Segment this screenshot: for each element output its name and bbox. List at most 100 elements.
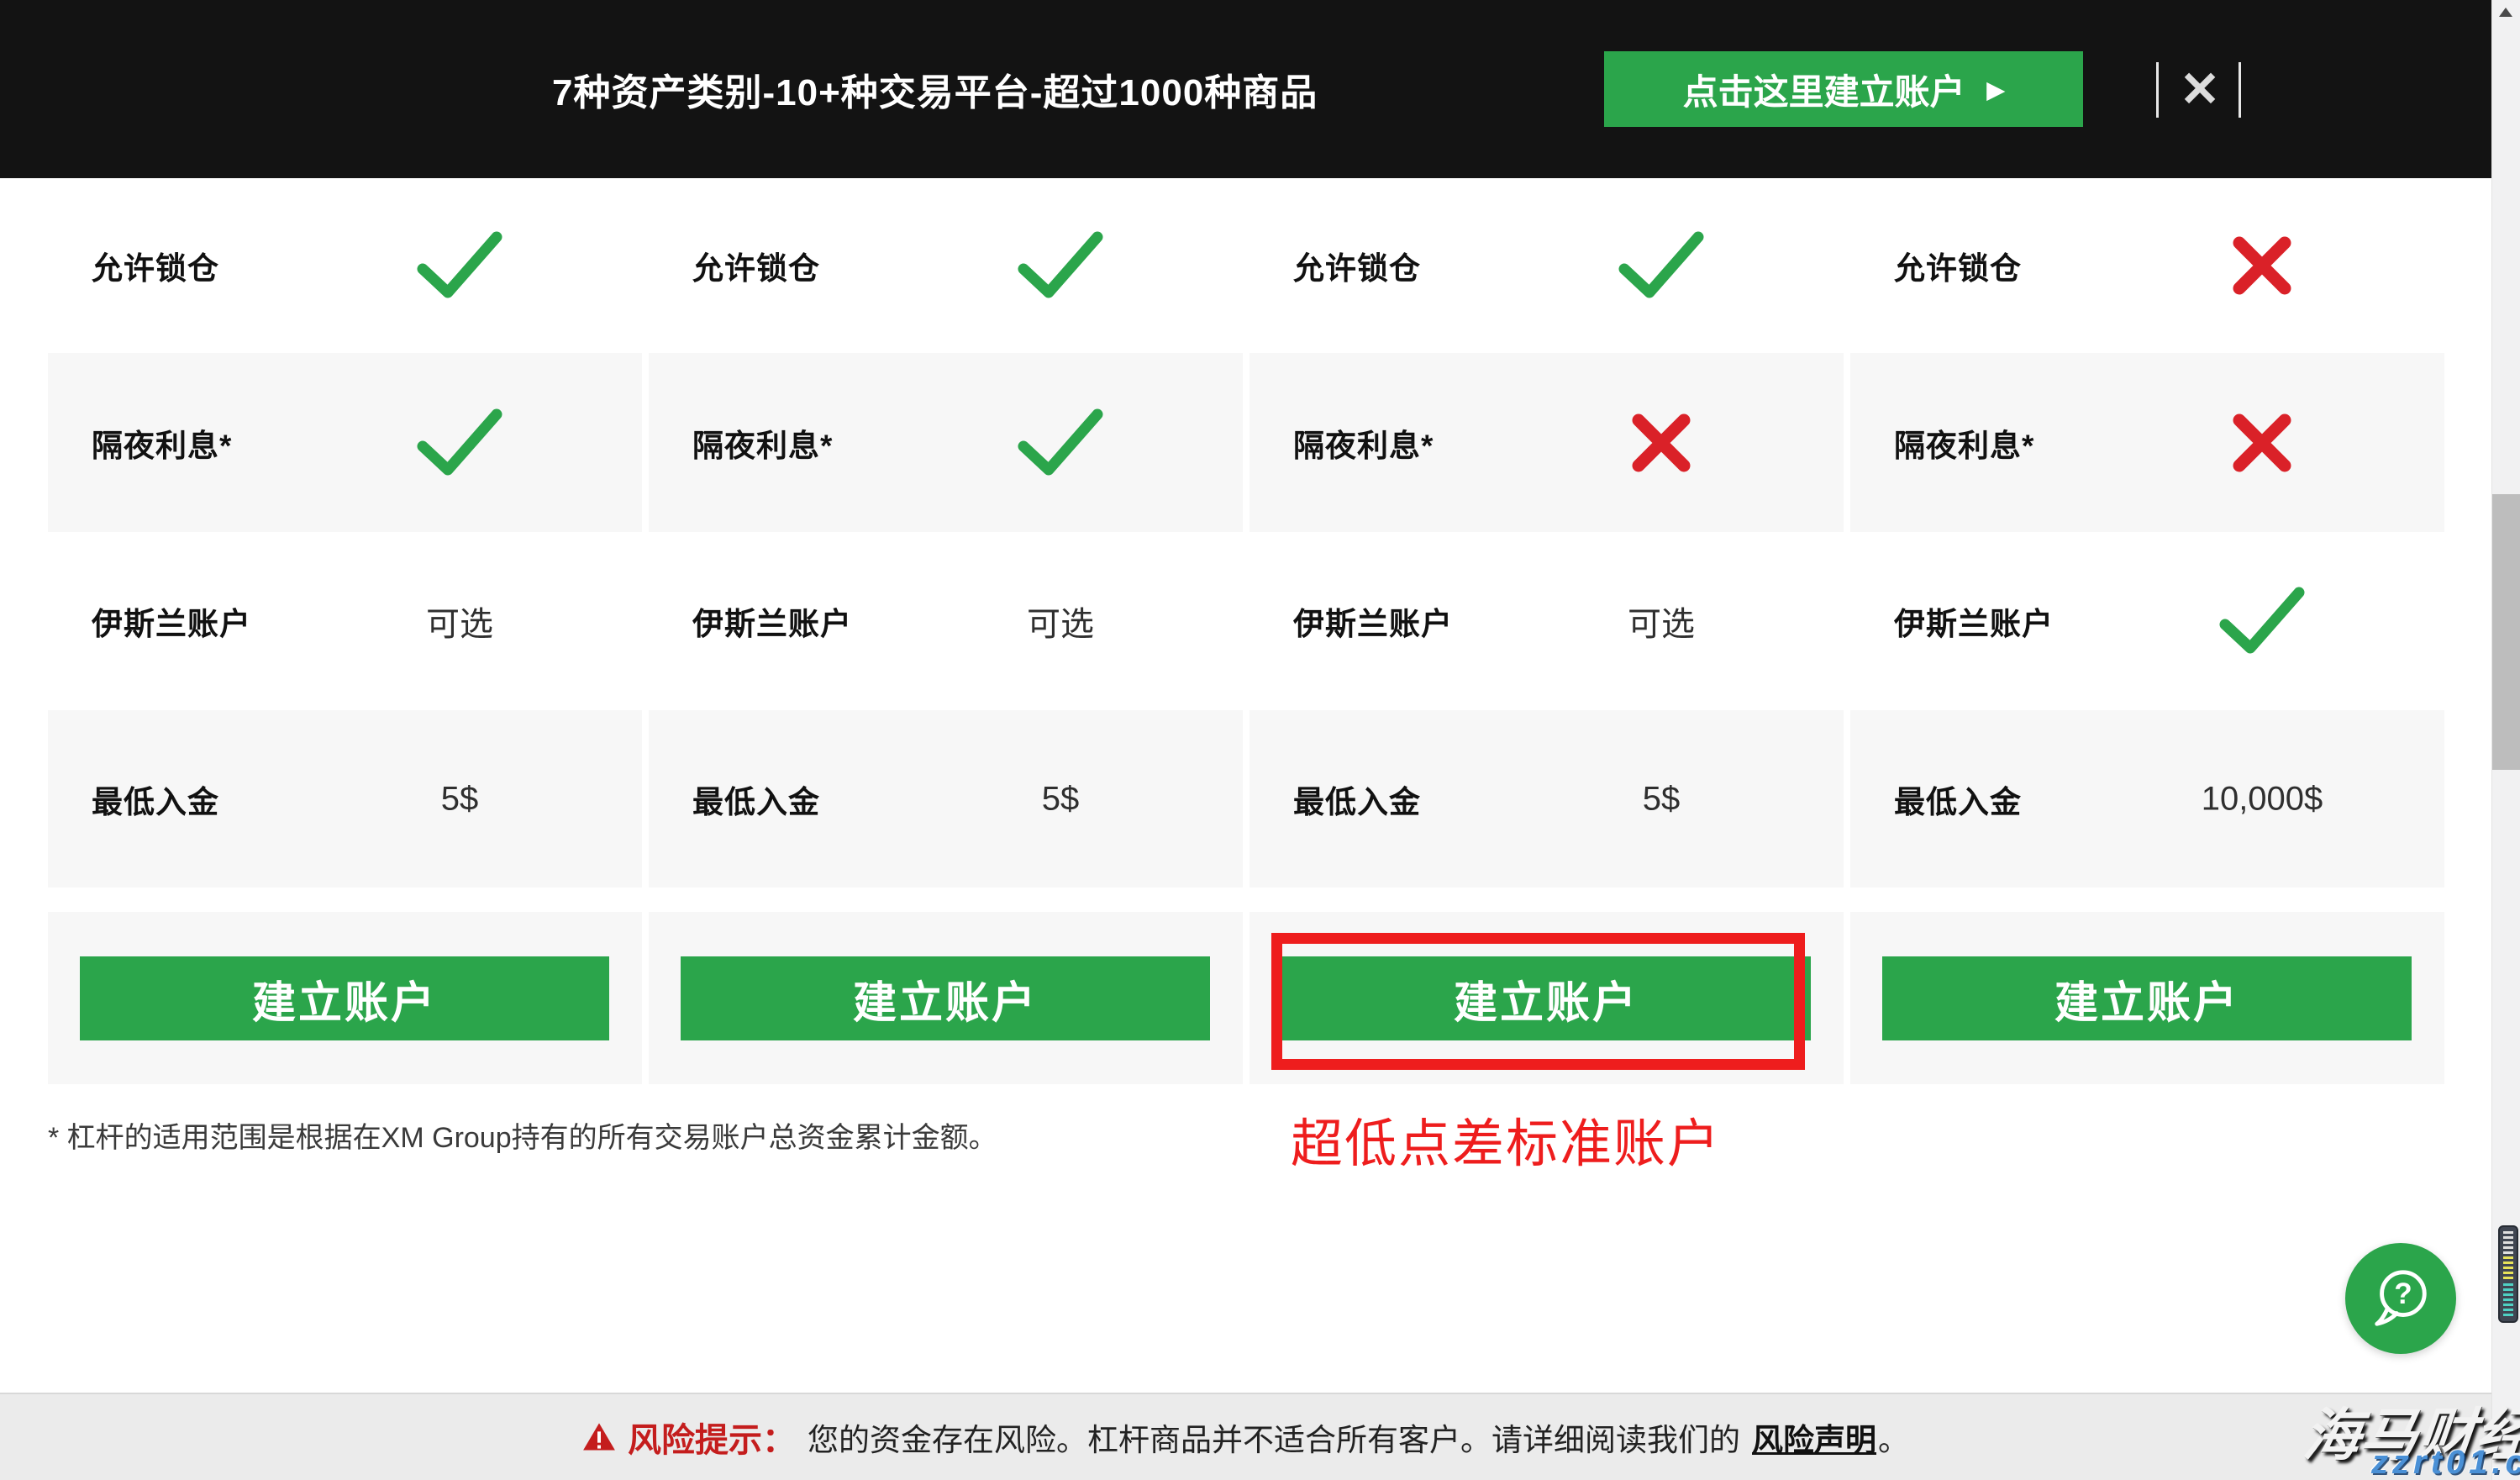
row-value: 可选 [426,597,493,645]
row-value: 5$ [1643,780,1681,818]
row-value [1017,230,1104,301]
table-row: 隔夜利息* [1850,353,2444,532]
button-band: 建立账户 [649,912,1243,1084]
create-account-button[interactable]: 建立账户 [80,956,609,1040]
row-value [2229,233,2295,298]
row-gap [649,887,1243,912]
row-label: 伊斯兰账户 [92,598,251,644]
table-row: 伊斯兰账户 可选 [1249,532,1844,710]
risk-text-end: 。 [1878,1414,1909,1460]
help-button[interactable]: ? [2345,1243,2456,1354]
table-row: 最低入金 5$ [1249,710,1844,887]
row-value [1628,410,1694,476]
row-label: 允许锁仓 [1293,243,1421,288]
minimap-stripes-teal [2503,1283,2513,1317]
row-label: 允许锁仓 [92,243,219,288]
divider [2156,62,2159,118]
row-label: 最低入金 [92,777,219,822]
risk-bar: 风险提示： 您的资金存在风险。杠杆商品并不适合所有客户。请详细阅读我们的 风险声… [0,1393,2491,1480]
table-row: 隔夜利息* [1249,353,1844,532]
banner-title: 7种资产类别-10+种交易平台-超过1000种商品 [552,0,1318,178]
scroll-minimap-widget [2498,1225,2518,1323]
divider [2239,62,2241,118]
create-account-button[interactable]: 建立账户 [1281,956,1811,1040]
risk-text: 您的资金存在风险。杠杆商品并不适合所有客户。请详细阅读我们的 [808,1414,1740,1460]
row-label: 最低入金 [1293,777,1421,822]
table-row: 允许锁仓 [1249,178,1844,353]
table-row: 伊斯兰账户 可选 [649,532,1243,710]
create-account-button[interactable]: 建立账户 [1882,956,2412,1040]
row-value [2218,586,2306,656]
row-value: 可选 [1628,597,1695,645]
cell-value: 10,000$ [2202,780,2323,818]
check-icon [1017,230,1104,301]
cross-icon [1628,410,1694,476]
row-value: 可选 [1027,597,1094,645]
table-row: 最低入金5$ [649,710,1243,887]
cta-label: 点击这里建立账户 [1683,64,1965,115]
cross-icon [2229,233,2295,298]
table-row: 伊斯兰账户 可选 [48,532,642,710]
risk-statement-link[interactable]: 风险声明 [1752,1414,1876,1460]
row-label: 最低入金 [1894,777,2022,822]
row-value [1618,230,1705,301]
account-column: 允许锁仓隔夜利息* 伊斯兰账户 可选最低入金 5$ 建立账户 [1249,178,1844,1084]
table-row: 隔夜利息* [649,353,1243,532]
row-value [416,408,503,478]
cross-icon [2229,410,2295,476]
risk-label: 风险提示： [628,1413,796,1462]
row-value [1017,408,1104,478]
create-account-button[interactable]: 建立账户 [681,956,1210,1040]
check-icon [416,230,503,301]
row-label: 允许锁仓 [692,243,820,288]
row-label: 隔夜利息* [92,420,232,466]
close-icon[interactable]: ✕ [2166,51,2233,127]
row-gap [1249,887,1844,912]
scrollbar[interactable] [2491,0,2520,1480]
row-label: 最低入金 [692,777,820,822]
table-row: 允许锁仓 [649,178,1243,353]
leverage-footnote: * 杠杆的适用范围是根据在XM Group持有的所有交易账户总资金累计金额。 [48,1114,997,1156]
annotation-text: 超低点差标准账户 [1291,1101,1721,1177]
row-value: 5$ [441,780,479,818]
row-label: 伊斯兰账户 [692,598,852,644]
top-banner: 7种资产类别-10+种交易平台-超过1000种商品 点击这里建立账户 ▶ ✕ [0,0,2491,178]
scroll-up-arrow-icon[interactable] [2499,8,2512,17]
minimap-stripes-yellow [2503,1256,2513,1282]
cell-value: 可选 [1027,597,1094,645]
cell-value: 可选 [1628,597,1695,645]
row-value [2229,410,2295,476]
cell-value: 可选 [426,597,493,645]
watermark-site: zzrt01.cn [2371,1444,2520,1480]
table-row: 最低入金 10,000$ [1850,710,2444,887]
table-row: 允许锁仓 [48,178,642,353]
row-label: 隔夜利息* [692,420,833,466]
button-band: 建立账户 [48,912,642,1084]
cta-arrow-icon: ▶ [1987,79,2005,102]
row-label: 伊斯兰账户 [1293,598,1453,644]
button-band: 建立账户 [1850,912,2444,1084]
page: 7种资产类别-10+种交易平台-超过1000种商品 点击这里建立账户 ▶ ✕ 允… [0,0,2520,1480]
table-row: 最低入金 5$ [48,710,642,887]
create-account-cta-button[interactable]: 点击这里建立账户 ▶ [1604,51,2083,127]
row-gap [1850,887,2444,912]
row-value [416,230,503,301]
row-gap [48,887,642,912]
scrollbar-thumb[interactable] [2492,494,2520,770]
minimap-stripes-white [2503,1231,2513,1255]
table-row: 隔夜利息* [48,353,642,532]
table-row: 伊斯兰账户 [1850,532,2444,710]
cell-value: 5$ [441,780,479,818]
account-column: 允许锁仓隔夜利息* 伊斯兰账户 可选最低入金 5$ 建立账户 [48,178,642,1084]
accounts-comparison-table: 允许锁仓隔夜利息*伊斯兰账户可选最低入金5$建立账户允许锁仓隔夜利息*伊斯兰账户… [48,178,2444,1084]
svg-text:?: ? [2394,1277,2412,1310]
check-icon [1017,408,1104,478]
account-column: 允许锁仓隔夜利息* 伊斯兰账户 可选最低入金5$ 建立账户 [649,178,1243,1084]
check-icon [416,408,503,478]
check-icon [1618,230,1705,301]
button-band: 建立账户 [1249,912,1844,1084]
row-value: 10,000$ [2202,780,2323,818]
check-icon [2218,586,2306,656]
row-label: 隔夜利息* [1293,420,1434,466]
table-row: 允许锁仓 [1850,178,2444,353]
